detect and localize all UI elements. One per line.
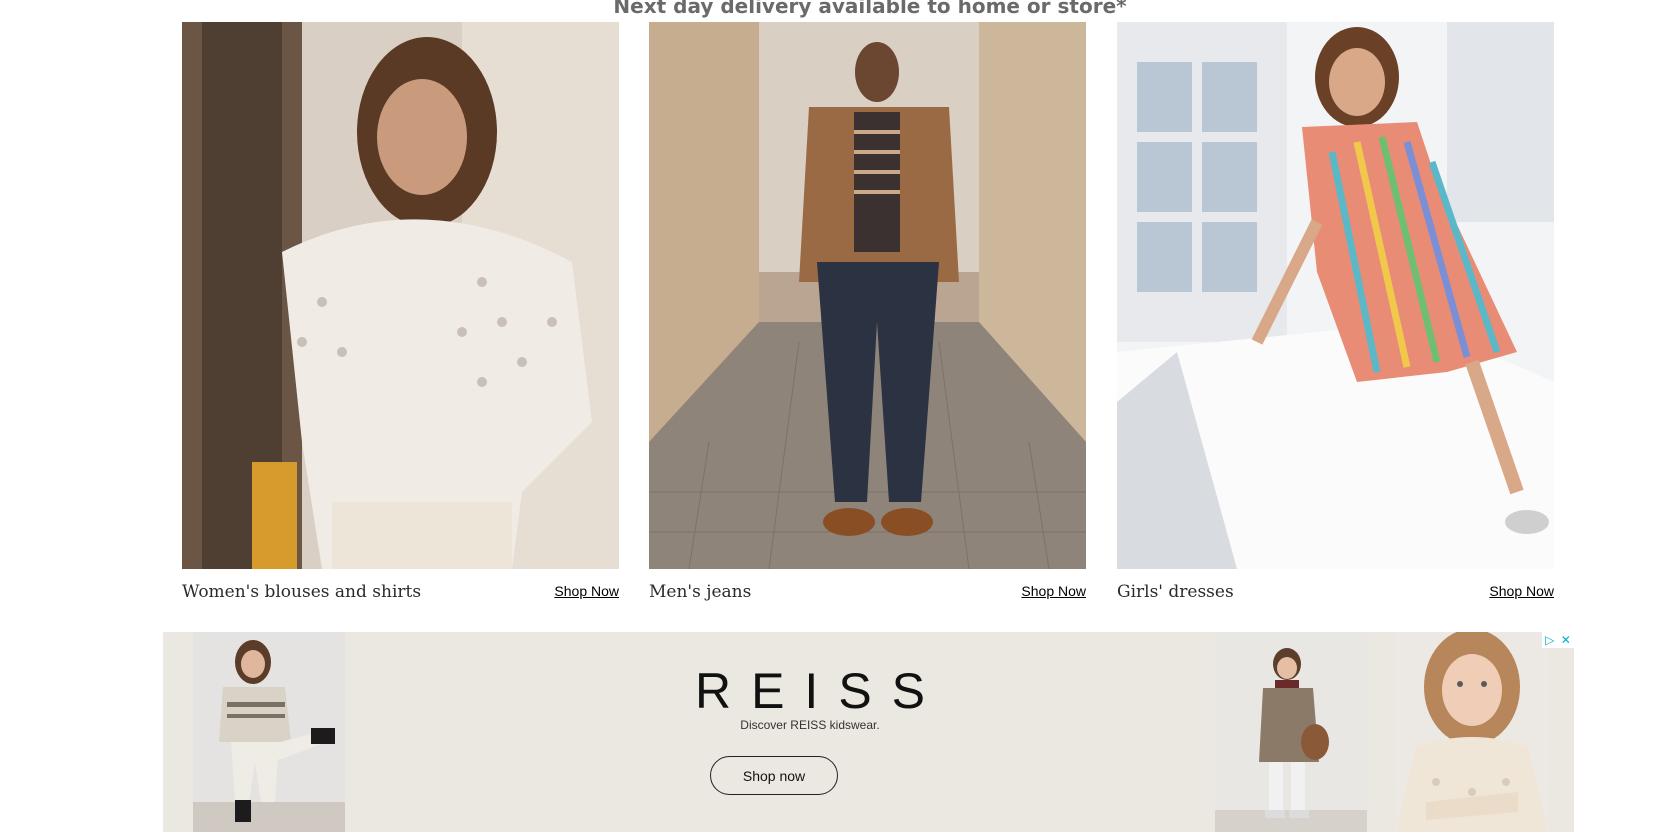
shop-now-link[interactable]: Shop Now xyxy=(1021,583,1086,599)
ad-image-boy-coat[interactable] xyxy=(1215,632,1367,832)
reiss-logo: REISS xyxy=(694,663,946,719)
product-card-girls: Girls' dresses Shop Now xyxy=(1117,22,1554,609)
shop-now-link[interactable]: Shop Now xyxy=(1489,583,1554,599)
women-blouse-photo[interactable] xyxy=(182,22,619,569)
reiss-advertisement[interactable]: REISS Discover REISS kidswear. Shop now xyxy=(163,632,1574,832)
ad-shop-now-button[interactable]: Shop now xyxy=(710,756,838,795)
card-caption: Girls' dresses xyxy=(1117,582,1234,602)
product-card-men: Men's jeans Shop Now xyxy=(649,22,1086,609)
men-jeans-photo[interactable] xyxy=(649,22,1086,569)
shop-now-link[interactable]: Shop Now xyxy=(554,583,619,599)
ad-choices: ▷ ✕ xyxy=(1542,632,1574,648)
ad-image-girl-blouse[interactable] xyxy=(1396,632,1548,832)
ad-image-girl-jumper[interactable] xyxy=(193,632,345,832)
product-card-women: Women's blouses and shirts Shop Now xyxy=(182,22,619,609)
adchoices-play-icon[interactable]: ▷ xyxy=(1545,634,1554,646)
girls-dress-photo[interactable] xyxy=(1117,22,1554,569)
delivery-banner: Next day delivery available to home or s… xyxy=(613,0,1127,18)
ad-tagline: Discover REISS kidswear. xyxy=(740,718,880,732)
close-icon[interactable]: ✕ xyxy=(1561,634,1571,646)
card-caption: Men's jeans xyxy=(649,582,752,602)
card-caption: Women's blouses and shirts xyxy=(182,582,422,602)
